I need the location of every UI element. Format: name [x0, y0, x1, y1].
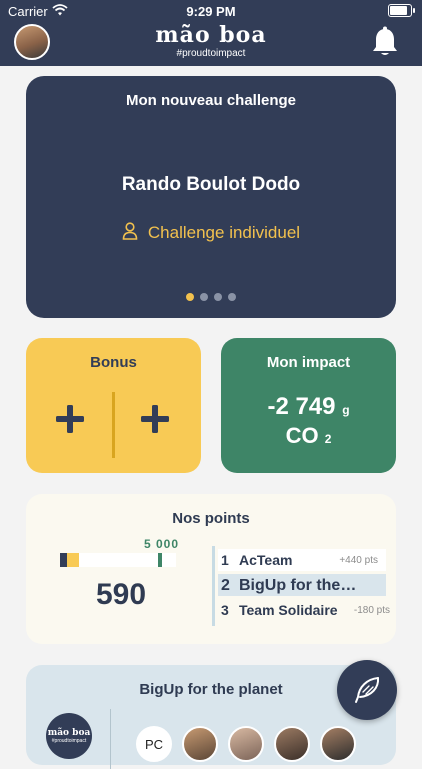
- team-divider: [110, 709, 111, 769]
- impact-value: -2 749 g: [221, 393, 396, 421]
- ranking-row[interactable]: 1 AcTeam +440 pts: [218, 549, 386, 571]
- impact-card[interactable]: Mon impact -2 749 g CO 2: [221, 338, 396, 473]
- team-logo-tagline: #proudtoimpact: [51, 738, 87, 744]
- challenge-type-label: Challenge individuel: [147, 223, 301, 242]
- user-icon: [122, 222, 138, 240]
- impact-number: -2 749: [267, 393, 336, 420]
- progress-fill: [67, 553, 79, 567]
- bell-icon[interactable]: [370, 26, 400, 58]
- ranking-row[interactable]: 2 BigUp for the planet: [218, 574, 386, 596]
- plus-icon[interactable]: [139, 403, 171, 435]
- challenge-card[interactable]: Mon nouveau challenge Rando Boulot Dodo …: [26, 76, 396, 318]
- rank-number: 2: [221, 577, 230, 594]
- challenge-heading: Mon nouveau challenge: [125, 92, 297, 109]
- team-logo: mão boa #proudtoimpact: [46, 713, 92, 759]
- rank-number: 1: [221, 552, 229, 568]
- co2-subscript: 2: [324, 432, 332, 446]
- goal-marker: [158, 553, 162, 567]
- carousel-dot[interactable]: [228, 293, 236, 301]
- app-header: Carrier 9:29 PM mão boa #proudtoimpact: [0, 0, 422, 66]
- compose-button[interactable]: [337, 660, 397, 720]
- brand-logo: mão boa #proudtoimpact: [0, 22, 422, 59]
- member-avatar[interactable]: [228, 726, 264, 762]
- carousel-dot[interactable]: [186, 293, 194, 301]
- team-logo-title: mão boa: [47, 728, 91, 738]
- points-goal: 5 000: [144, 537, 180, 551]
- member-avatar[interactable]: [320, 726, 356, 762]
- challenge-type: Challenge individuel: [26, 222, 396, 243]
- bonus-card: Bonus: [26, 338, 201, 473]
- progress-start: [60, 553, 67, 567]
- challenge-name: Rando Boulot Dodo: [121, 174, 301, 195]
- clock: 9:29 PM: [186, 4, 236, 19]
- carousel-dot[interactable]: [214, 293, 222, 301]
- plus-icon[interactable]: [54, 403, 86, 435]
- points-total: 590: [95, 578, 147, 611]
- impact-heading: Mon impact: [266, 354, 351, 371]
- rank-team: Team Solidaire: [239, 602, 338, 618]
- rank-delta: +440 pts: [339, 555, 378, 566]
- rank-number: 3: [221, 602, 229, 618]
- feather-icon: [355, 677, 380, 703]
- bonus-heading: Bonus: [90, 354, 137, 371]
- points-card[interactable]: Nos points 5 000 590 1 AcTeam +440 pts 2…: [26, 494, 396, 644]
- bonus-divider: [112, 392, 115, 458]
- points-progress-bar: [60, 553, 176, 567]
- member-avatar[interactable]: [274, 726, 310, 762]
- battery-icon: [388, 4, 415, 17]
- ranking-divider: [212, 546, 215, 626]
- brand-tagline: #proudtoimpact: [176, 48, 246, 59]
- impact-co2: CO 2: [221, 423, 396, 449]
- ranking-list: 1 AcTeam +440 pts 2 BigUp for the planet…: [218, 549, 390, 624]
- rank-team: AcTeam: [239, 552, 293, 568]
- rank-team: BigUp for the planet: [239, 577, 359, 594]
- member-avatar[interactable]: [182, 726, 218, 762]
- co2-label: CO: [285, 423, 319, 448]
- carousel-dot[interactable]: [200, 293, 208, 301]
- rank-delta: -180 pts: [353, 605, 390, 616]
- carousel-indicator[interactable]: [26, 288, 396, 306]
- ranking-row[interactable]: 3 Team Solidaire -180 pts: [218, 599, 390, 621]
- impact-unit: g: [342, 403, 350, 417]
- brand-title: mão boa: [155, 22, 267, 48]
- status-bar: Carrier 9:29 PM: [0, 0, 422, 22]
- points-heading: Nos points: [172, 510, 250, 527]
- member-avatar[interactable]: PC: [136, 726, 172, 762]
